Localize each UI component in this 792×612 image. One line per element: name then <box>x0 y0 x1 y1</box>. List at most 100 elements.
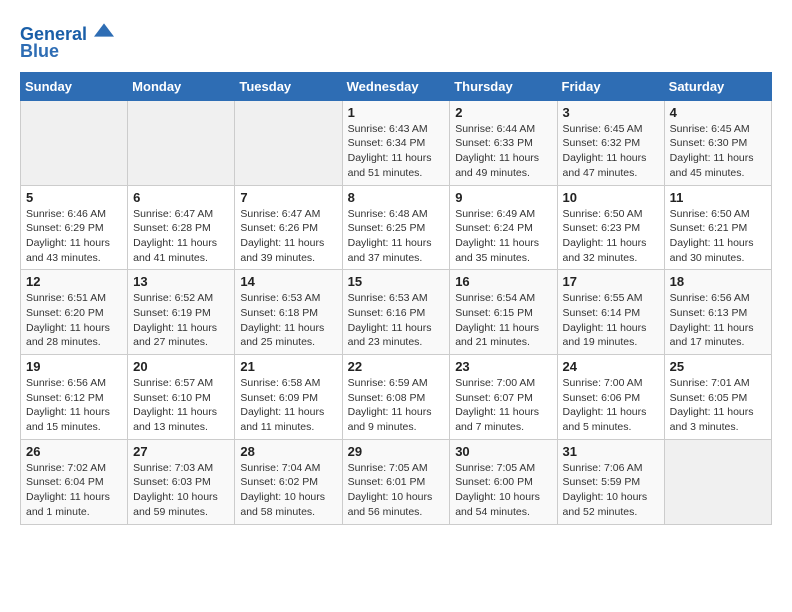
calendar-cell <box>128 100 235 185</box>
calendar-week-1: 1 Sunrise: 6:43 AM Sunset: 6:34 PM Daylig… <box>21 100 772 185</box>
day-detail: Sunrise: 6:50 AM Sunset: 6:23 PM Dayligh… <box>563 207 659 266</box>
page-header: General Blue <box>20 20 772 62</box>
day-number: 12 <box>26 274 122 289</box>
calendar-cell: 29 Sunrise: 7:05 AM Sunset: 6:01 PM Dayli… <box>342 439 450 524</box>
calendar-cell: 1 Sunrise: 6:43 AM Sunset: 6:34 PM Daylig… <box>342 100 450 185</box>
day-number: 13 <box>133 274 229 289</box>
calendar-cell: 10 Sunrise: 6:50 AM Sunset: 6:23 PM Dayli… <box>557 185 664 270</box>
day-number: 8 <box>348 190 445 205</box>
calendar-cell: 17Sunrise: 6:55 AM Sunset: 6:14 PM Dayli… <box>557 270 664 355</box>
calendar-cell: 11 Sunrise: 6:50 AM Sunset: 6:21 PM Dayli… <box>664 185 771 270</box>
weekday-sunday: Sunday <box>21 72 128 100</box>
day-detail: Sunrise: 6:57 AM Sunset: 6:10 PM Dayligh… <box>133 376 229 435</box>
calendar-cell: 26 Sunrise: 7:02 AM Sunset: 6:04 PM Dayli… <box>21 439 128 524</box>
day-number: 3 <box>563 105 659 120</box>
weekday-saturday: Saturday <box>664 72 771 100</box>
calendar-cell <box>235 100 342 185</box>
day-number: 19 <box>26 359 122 374</box>
calendar-cell: 23Sunrise: 7:00 AM Sunset: 6:07 PM Dayli… <box>450 355 557 440</box>
calendar-cell: 13 Sunrise: 6:52 AM Sunset: 6:19 PM Dayli… <box>128 270 235 355</box>
calendar-week-5: 26 Sunrise: 7:02 AM Sunset: 6:04 PM Dayli… <box>21 439 772 524</box>
day-number: 11 <box>670 190 766 205</box>
day-number: 15 <box>348 274 445 289</box>
day-detail: Sunrise: 6:45 AM Sunset: 6:30 PM Dayligh… <box>670 122 766 181</box>
day-detail: Sunrise: 7:00 AM Sunset: 6:06 PM Dayligh… <box>563 376 659 435</box>
day-detail: Sunrise: 6:49 AM Sunset: 6:24 PM Dayligh… <box>455 207 551 266</box>
calendar-cell: 3 Sunrise: 6:45 AM Sunset: 6:32 PM Daylig… <box>557 100 664 185</box>
day-number: 22 <box>348 359 445 374</box>
calendar-cell: 14 Sunrise: 6:53 AM Sunset: 6:18 PM Dayli… <box>235 270 342 355</box>
calendar-cell: 8 Sunrise: 6:48 AM Sunset: 6:25 PM Daylig… <box>342 185 450 270</box>
day-detail: Sunrise: 6:56 AM Sunset: 6:13 PM Dayligh… <box>670 291 766 350</box>
day-detail: Sunrise: 6:45 AM Sunset: 6:32 PM Dayligh… <box>563 122 659 181</box>
calendar-cell: 28Sunrise: 7:04 AM Sunset: 6:02 PM Dayli… <box>235 439 342 524</box>
day-detail: Sunrise: 7:03 AM Sunset: 6:03 PM Dayligh… <box>133 461 229 520</box>
calendar-cell: 21 Sunrise: 6:58 AM Sunset: 6:09 PM Dayli… <box>235 355 342 440</box>
day-number: 7 <box>240 190 336 205</box>
day-detail: Sunrise: 6:51 AM Sunset: 6:20 PM Dayligh… <box>26 291 122 350</box>
day-number: 21 <box>240 359 336 374</box>
calendar-week-2: 5Sunrise: 6:46 AM Sunset: 6:29 PM Daylig… <box>21 185 772 270</box>
calendar-cell: 27 Sunrise: 7:03 AM Sunset: 6:03 PM Dayli… <box>128 439 235 524</box>
calendar-cell: 24Sunrise: 7:00 AM Sunset: 6:06 PM Dayli… <box>557 355 664 440</box>
day-detail: Sunrise: 7:05 AM Sunset: 6:00 PM Dayligh… <box>455 461 551 520</box>
day-detail: Sunrise: 6:52 AM Sunset: 6:19 PM Dayligh… <box>133 291 229 350</box>
day-number: 30 <box>455 444 551 459</box>
calendar-cell: 22 Sunrise: 6:59 AM Sunset: 6:08 PM Dayli… <box>342 355 450 440</box>
day-detail: Sunrise: 6:48 AM Sunset: 6:25 PM Dayligh… <box>348 207 445 266</box>
day-number: 2 <box>455 105 551 120</box>
calendar-cell: 9 Sunrise: 6:49 AM Sunset: 6:24 PM Daylig… <box>450 185 557 270</box>
calendar-table: SundayMondayTuesdayWednesdayThursdayFrid… <box>20 72 772 525</box>
day-detail: Sunrise: 7:04 AM Sunset: 6:02 PM Dayligh… <box>240 461 336 520</box>
day-detail: Sunrise: 7:00 AM Sunset: 6:07 PM Dayligh… <box>455 376 551 435</box>
day-detail: Sunrise: 7:02 AM Sunset: 6:04 PM Dayligh… <box>26 461 122 520</box>
day-number: 25 <box>670 359 766 374</box>
day-detail: Sunrise: 6:56 AM Sunset: 6:12 PM Dayligh… <box>26 376 122 435</box>
day-number: 4 <box>670 105 766 120</box>
calendar-cell: 5Sunrise: 6:46 AM Sunset: 6:29 PM Daylig… <box>21 185 128 270</box>
calendar-cell: 19 Sunrise: 6:56 AM Sunset: 6:12 PM Dayli… <box>21 355 128 440</box>
day-detail: Sunrise: 6:44 AM Sunset: 6:33 PM Dayligh… <box>455 122 551 181</box>
day-detail: Sunrise: 6:50 AM Sunset: 6:21 PM Dayligh… <box>670 207 766 266</box>
day-detail: Sunrise: 6:58 AM Sunset: 6:09 PM Dayligh… <box>240 376 336 435</box>
day-number: 1 <box>348 105 445 120</box>
day-number: 27 <box>133 444 229 459</box>
day-number: 31 <box>563 444 659 459</box>
day-detail: Sunrise: 6:53 AM Sunset: 6:16 PM Dayligh… <box>348 291 445 350</box>
day-detail: Sunrise: 6:53 AM Sunset: 6:18 PM Dayligh… <box>240 291 336 350</box>
day-detail: Sunrise: 6:59 AM Sunset: 6:08 PM Dayligh… <box>348 376 445 435</box>
calendar-cell: 16Sunrise: 6:54 AM Sunset: 6:15 PM Dayli… <box>450 270 557 355</box>
day-detail: Sunrise: 6:43 AM Sunset: 6:34 PM Dayligh… <box>348 122 445 181</box>
day-detail: Sunrise: 6:47 AM Sunset: 6:28 PM Dayligh… <box>133 207 229 266</box>
day-number: 10 <box>563 190 659 205</box>
calendar-cell <box>21 100 128 185</box>
calendar-cell: 15 Sunrise: 6:53 AM Sunset: 6:16 PM Dayli… <box>342 270 450 355</box>
day-detail: Sunrise: 6:55 AM Sunset: 6:14 PM Dayligh… <box>563 291 659 350</box>
weekday-thursday: Thursday <box>450 72 557 100</box>
calendar-week-3: 12 Sunrise: 6:51 AM Sunset: 6:20 PM Dayli… <box>21 270 772 355</box>
day-number: 6 <box>133 190 229 205</box>
day-number: 20 <box>133 359 229 374</box>
calendar-cell: 25 Sunrise: 7:01 AM Sunset: 6:05 PM Dayli… <box>664 355 771 440</box>
day-number: 9 <box>455 190 551 205</box>
calendar-cell: 6 Sunrise: 6:47 AM Sunset: 6:28 PM Daylig… <box>128 185 235 270</box>
calendar-cell: 12 Sunrise: 6:51 AM Sunset: 6:20 PM Dayli… <box>21 270 128 355</box>
day-detail: Sunrise: 7:05 AM Sunset: 6:01 PM Dayligh… <box>348 461 445 520</box>
day-number: 18 <box>670 274 766 289</box>
calendar-cell: 2 Sunrise: 6:44 AM Sunset: 6:33 PM Daylig… <box>450 100 557 185</box>
calendar-cell: 18 Sunrise: 6:56 AM Sunset: 6:13 PM Dayli… <box>664 270 771 355</box>
day-number: 26 <box>26 444 122 459</box>
calendar-cell: 20 Sunrise: 6:57 AM Sunset: 6:10 PM Dayli… <box>128 355 235 440</box>
day-number: 16 <box>455 274 551 289</box>
calendar-cell: 30 Sunrise: 7:05 AM Sunset: 6:00 PM Dayli… <box>450 439 557 524</box>
calendar-cell <box>664 439 771 524</box>
logo: General Blue <box>20 20 114 62</box>
day-number: 29 <box>348 444 445 459</box>
day-detail: Sunrise: 7:06 AM Sunset: 5:59 PM Dayligh… <box>563 461 659 520</box>
weekday-wednesday: Wednesday <box>342 72 450 100</box>
day-number: 14 <box>240 274 336 289</box>
day-detail: Sunrise: 7:01 AM Sunset: 6:05 PM Dayligh… <box>670 376 766 435</box>
logo-icon <box>94 20 114 40</box>
calendar-cell: 4 Sunrise: 6:45 AM Sunset: 6:30 PM Daylig… <box>664 100 771 185</box>
calendar-body: 1 Sunrise: 6:43 AM Sunset: 6:34 PM Daylig… <box>21 100 772 524</box>
